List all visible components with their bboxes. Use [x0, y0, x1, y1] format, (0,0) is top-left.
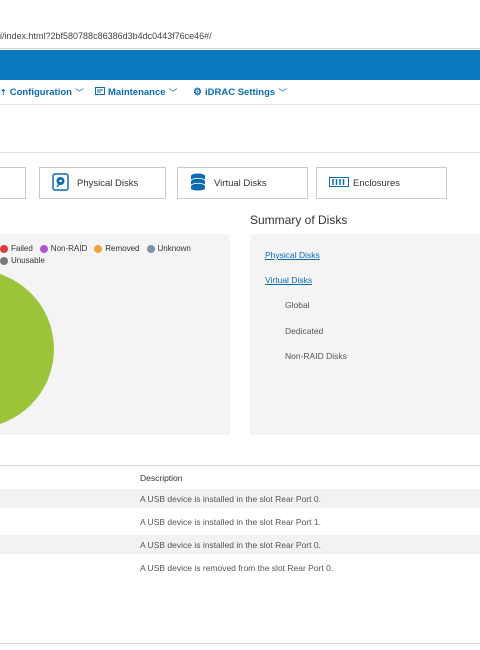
legend-label: Non-RAID [50, 244, 88, 253]
tab-enclosures[interactable]: Enclosures [316, 167, 447, 199]
table-row: A USB device is installed in the slot Re… [0, 489, 480, 508]
table-row: A USB device is removed from the slot Re… [0, 558, 480, 577]
dedicated-label: Dedicated [285, 326, 324, 336]
legend-item-failed[interactable]: Failed [0, 244, 33, 253]
log-table-header: Description [0, 465, 480, 490]
chart-legend: Failed Non-RAID Removed Unknown Unusable [0, 244, 191, 268]
enclosure-icon [329, 176, 349, 190]
legend-label: Unknown [157, 244, 191, 253]
physical-disk-icon [52, 172, 69, 194]
legend-dot-icon [39, 244, 48, 253]
main-menu-bar: ⇡ Configuration ﹀ Maintenance ﹀ ⚙ iDRAC … [0, 80, 480, 105]
chevron-down-icon: ﹀ [278, 88, 288, 98]
legend-item-unknown[interactable]: Unknown [146, 244, 191, 253]
gear-icon: ⚙ [193, 87, 202, 98]
tab-enclosures-label: Enclosures [353, 177, 400, 189]
legend-dot-icon [0, 244, 8, 253]
menu-maintenance[interactable]: Maintenance ﹀ [95, 86, 178, 99]
table-row: A USB device is installed in the slot Re… [0, 535, 480, 554]
row-description: A USB device is installed in the slot Re… [140, 540, 321, 550]
menu-maintenance-label: Maintenance [108, 87, 166, 98]
tab-physical-disks-label: Physical Disks [77, 177, 139, 189]
browser-address-bar: i/index.html?2bf580788c86386d3b4dc0443f7… [0, 0, 480, 49]
legend-item-non-raid[interactable]: Non-RAID [39, 244, 88, 253]
legend-label: Failed [11, 244, 33, 253]
menu-idrac-settings[interactable]: ⚙ iDRAC Settings ﹀ [193, 86, 287, 99]
row-description: A USB device is installed in the slot Re… [140, 494, 321, 504]
menu-idrac-settings-label: iDRAC Settings [204, 87, 276, 98]
app-header-band [0, 50, 480, 80]
legend-dot-icon [94, 244, 103, 253]
legend-label: Unusable [11, 256, 45, 265]
menu-configuration[interactable]: ⇡ Configuration ﹀ [0, 86, 84, 99]
legend-label: Removed [105, 244, 140, 253]
maintenance-icon [95, 87, 105, 98]
row-description: A USB device is removed from the slot Re… [140, 563, 334, 573]
tab-physical-disks[interactable]: Physical Disks [39, 167, 166, 199]
physical-disks-link[interactable]: Physical Disks [265, 250, 320, 260]
legend-item-unusable[interactable]: Unusable [0, 256, 45, 265]
global-label: Global [285, 300, 310, 310]
table-row: A USB device is installed in the slot Re… [0, 512, 480, 531]
legend-item-removed[interactable]: Removed [94, 244, 140, 253]
virtual-disks-link[interactable]: Virtual Disks [265, 275, 312, 285]
section-divider [0, 152, 480, 153]
configuration-icon: ⇡ [0, 88, 7, 97]
chevron-down-icon: ﹀ [74, 88, 84, 98]
chevron-down-icon: ﹀ [168, 88, 178, 98]
legend-dot-icon [146, 244, 155, 253]
menu-configuration-label: Configuration [9, 87, 72, 98]
tab-overview[interactable] [0, 167, 26, 199]
legend-dot-icon [0, 256, 8, 265]
summary-title: Summary of Disks [250, 213, 348, 227]
non-raid-disks-label: Non-RAID Disks [285, 351, 347, 361]
url-text[interactable]: i/index.html?2bf580788c86386d3b4dc0443f7… [0, 31, 212, 41]
pie-slice-ready[interactable] [0, 270, 54, 428]
row-description: A USB device is installed in the slot Re… [140, 517, 321, 527]
tab-virtual-disks[interactable]: Virtual Disks [177, 167, 308, 199]
database-icon [190, 173, 206, 194]
tab-virtual-disks-label: Virtual Disks [214, 177, 267, 189]
description-column-header[interactable]: Description [140, 473, 183, 483]
footer-divider [0, 643, 480, 644]
